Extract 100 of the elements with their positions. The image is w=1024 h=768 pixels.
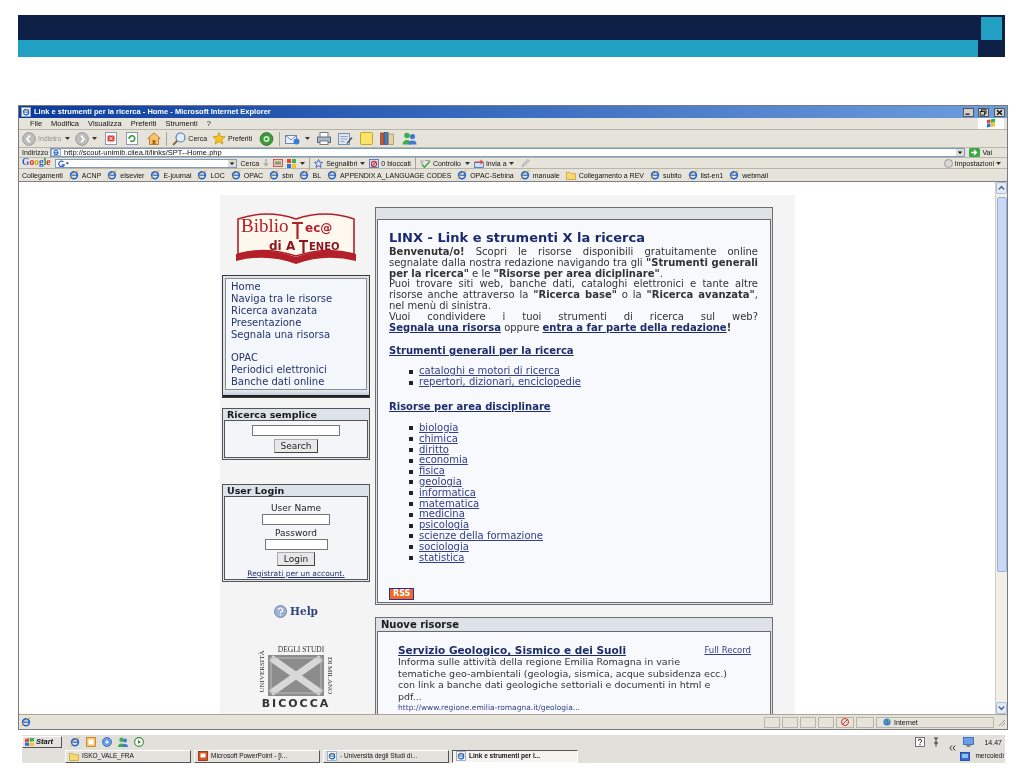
globe-icon — [883, 718, 891, 726]
bullet-icon — [409, 426, 413, 431]
scroll-thumb[interactable] — [996, 197, 1007, 572]
folder-icon — [69, 751, 79, 761]
browser-page-icon — [650, 170, 660, 180]
mail-icon[interactable] — [285, 132, 301, 145]
nav-link[interactable]: Periodici elettronici — [231, 364, 327, 376]
pin-icon[interactable] — [933, 737, 940, 747]
google-logo[interactable]: Google — [22, 158, 51, 168]
nav-link[interactable]: Segnala una risorsa — [231, 329, 331, 341]
stop-icon[interactable] — [105, 132, 118, 145]
people-icon[interactable] — [402, 132, 418, 145]
google-g-icon[interactable] — [56, 159, 69, 167]
help-icon[interactable] — [915, 737, 926, 747]
nav-link[interactable]: OPAC — [231, 352, 258, 364]
books-icon[interactable] — [380, 132, 395, 145]
bullet-icon — [409, 523, 413, 528]
scroll-down-button[interactable] — [996, 702, 1007, 714]
dropdown-arrow-icon[interactable] — [956, 149, 965, 156]
list-link[interactable]: repertori, dizionari, enciclopedie — [419, 377, 581, 388]
list-link[interactable]: cataloghi e motori di ricerca — [419, 366, 560, 378]
browser-page-icon — [299, 170, 310, 180]
nav-link[interactable]: Home — [231, 281, 261, 293]
list-link[interactable]: psicologia — [419, 520, 470, 531]
list-link[interactable]: biologia — [419, 422, 459, 434]
nav-link[interactable]: Ricerca avanzata — [231, 305, 317, 317]
monitor-icon[interactable] — [963, 737, 975, 747]
username-field[interactable] — [262, 514, 330, 525]
framed-square-icon[interactable] — [86, 737, 96, 747]
edit-document-icon[interactable] — [338, 132, 354, 145]
people-icon[interactable] — [118, 737, 128, 747]
intro-paragraph: Vuoi condividere i tuoi strumenti di ricerca sul web? Segnala una risorsa oppure entra a far parte della redazione! — [389, 311, 758, 334]
text-link[interactable]: entra a far parte della redazione — [542, 321, 727, 333]
bullet-icon — [409, 545, 413, 550]
logo-text: ENEO — [309, 242, 340, 252]
nav-link[interactable]: Presentazione — [231, 317, 302, 329]
minimize-button[interactable] — [963, 107, 974, 117]
login-button[interactable]: Login — [276, 552, 316, 566]
list-link[interactable]: chimica — [419, 433, 458, 445]
bullet-icon — [409, 480, 413, 485]
status-pane — [856, 716, 874, 728]
browser-page-icon — [729, 170, 740, 180]
help-link[interactable]: Help — [274, 603, 318, 619]
status-pane — [764, 716, 780, 728]
blocked-window-icon — [369, 158, 380, 168]
play-icon[interactable] — [134, 737, 144, 747]
list-link[interactable]: statistica — [419, 552, 465, 564]
tiles-icon[interactable] — [287, 158, 297, 168]
bullet-icon — [409, 458, 413, 463]
caret-icon — [996, 161, 1001, 165]
section-heading-link[interactable]: Risorse per area disciplinare — [389, 400, 551, 412]
google-search-field[interactable] — [54, 158, 237, 168]
nav-link[interactable]: Banche dati online — [231, 376, 325, 388]
nav-link[interactable]: Naviga tra le risorse — [231, 293, 333, 305]
panel-title: Ricerca semplice — [226, 410, 318, 420]
status-pane — [800, 716, 816, 728]
home-icon[interactable] — [147, 132, 162, 145]
slides-icon — [198, 751, 208, 761]
list-link[interactable]: matematica — [419, 498, 480, 510]
page-title: LINX - Link e strumenti X la ricerca — [389, 230, 646, 245]
text-link[interactable]: Segnala una risorsa — [389, 321, 501, 333]
panel-title: User Login — [226, 486, 285, 496]
restore-button[interactable] — [978, 107, 989, 117]
list-link[interactable]: fisica — [419, 466, 445, 477]
password-field[interactable] — [264, 539, 328, 550]
play-disc-icon[interactable] — [259, 131, 275, 146]
list-link[interactable]: geologia — [419, 476, 462, 488]
list-link[interactable]: economia — [419, 455, 468, 467]
status-pane — [818, 716, 834, 728]
dropdown-arrow-icon[interactable] — [227, 159, 236, 167]
list-link[interactable]: medicina — [419, 509, 465, 521]
close-button[interactable] — [994, 107, 1005, 117]
list-link[interactable]: informatica — [419, 487, 476, 499]
browser-page-icon — [197, 170, 208, 180]
browser-page-icon — [687, 170, 698, 180]
bullet-icon — [409, 437, 413, 442]
scrollbar[interactable] — [995, 182, 1007, 714]
browser-icon[interactable] — [70, 737, 80, 747]
double-chevron-icon[interactable] — [949, 745, 957, 751]
list-link[interactable]: scienze della formazione — [419, 530, 543, 542]
help-icon — [274, 604, 288, 618]
search-field[interactable] — [252, 425, 340, 436]
full-record-link[interactable]: Full Record — [704, 646, 751, 655]
list-link[interactable]: sociologia — [419, 541, 469, 553]
windows-flag-icon — [25, 738, 34, 746]
logo-text: ec@ — [305, 222, 333, 234]
printer-icon[interactable] — [317, 132, 332, 145]
window-icon[interactable] — [273, 159, 284, 167]
refresh-icon[interactable] — [126, 132, 139, 145]
logo-text: Biblio — [241, 216, 289, 235]
resource-title-link[interactable]: Servizio Geologico, Sismico e dei Suoli — [398, 645, 626, 656]
scroll-up-button[interactable] — [996, 182, 1007, 194]
disc-icon[interactable] — [102, 737, 112, 747]
circle-icon — [943, 158, 953, 168]
panel-title: Nuove risorse — [380, 619, 459, 631]
list-link[interactable]: diritto — [419, 444, 449, 456]
search-button[interactable]: Search — [273, 439, 319, 453]
screen-icon[interactable] — [960, 751, 971, 761]
browser-page-icon — [21, 107, 31, 117]
section-heading-link[interactable]: Strumenti generali per la ricerca — [389, 345, 574, 357]
